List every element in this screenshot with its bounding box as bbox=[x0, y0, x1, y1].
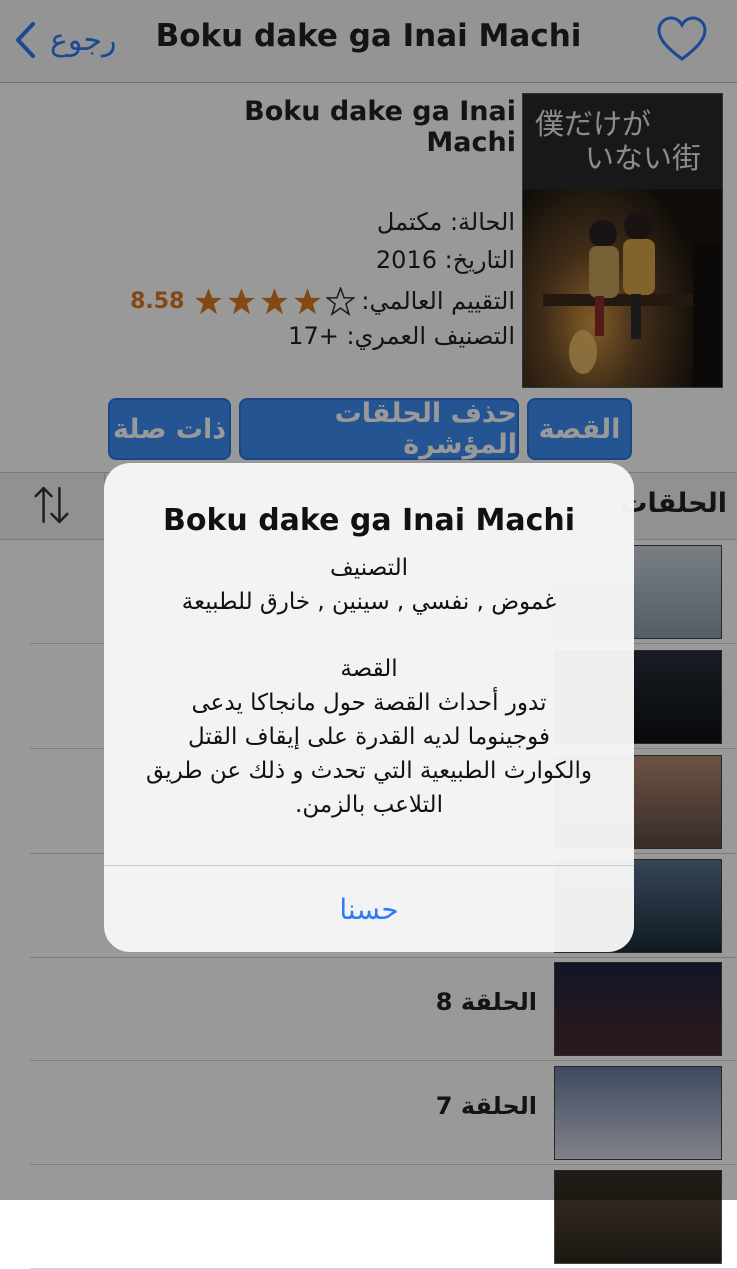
alert-title: Boku dake ga Inai Machi bbox=[162, 503, 576, 538]
info-alert-dialog: Boku dake ga Inai Machi التصنيف غموض , ن… bbox=[104, 463, 634, 952]
alert-story-line: فوجينوما لديه القدرة على إيقاف القتل bbox=[188, 724, 550, 750]
alert-story-heading: القصة bbox=[340, 656, 398, 682]
alert-story-line: تدور أحداث القصة حول مانجاكا يدعى bbox=[191, 690, 547, 716]
ok-button[interactable]: حسنا bbox=[104, 866, 634, 952]
alert-genre-heading: التصنيف bbox=[330, 555, 408, 581]
alert-story-line: التلاعب بالزمن. bbox=[295, 792, 443, 818]
alert-genres: غموض , نفسي , سينين , خارق للطبيعة bbox=[181, 589, 557, 615]
alert-story-line: والكوارث الطبيعية التي تحدث و ذلك عن طري… bbox=[146, 758, 592, 784]
